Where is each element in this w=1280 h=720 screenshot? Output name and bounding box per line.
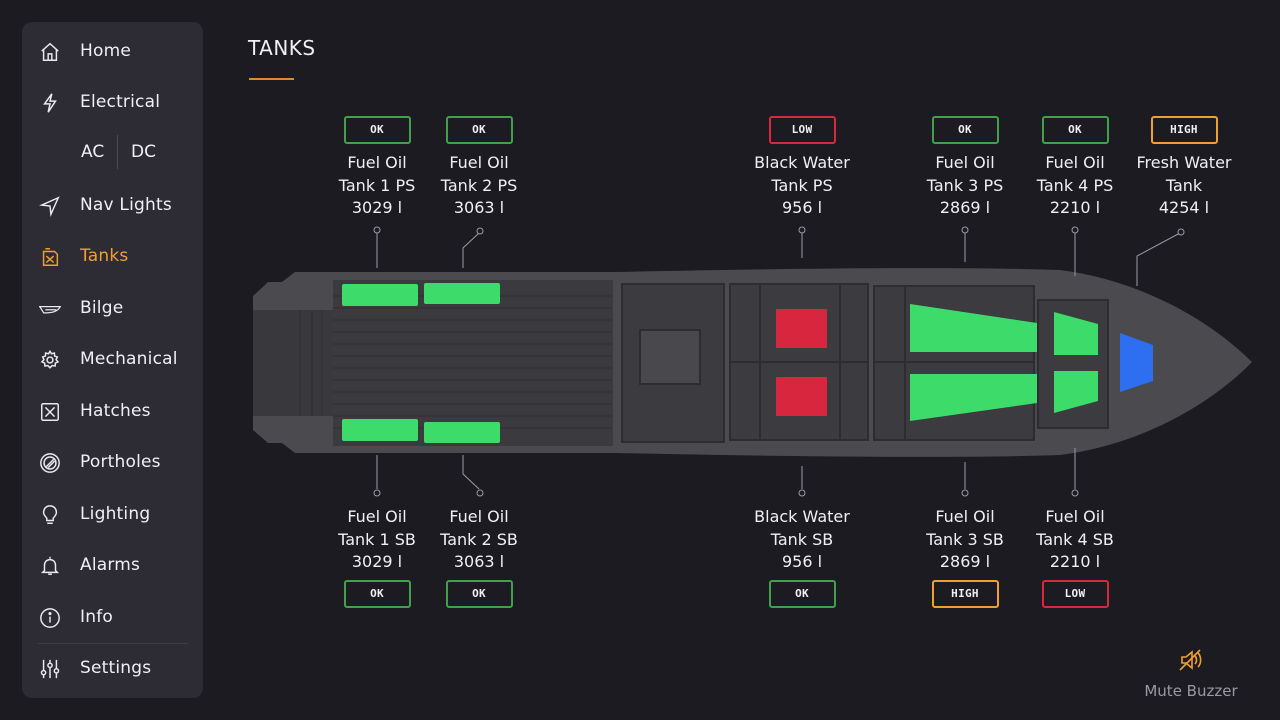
black-water-tank-sb-shape <box>776 377 827 416</box>
tank-name-line2: Tank <box>1165 175 1203 195</box>
tank-black-water-sb[interactable]: Black Water Tank SB 956 l OK <box>742 506 862 608</box>
status-badge: LOW <box>1041 580 1109 608</box>
status-badge: OK <box>931 116 999 144</box>
tank-fuel-oil-4-sb[interactable]: Fuel Oil Tank 4 SB 2210 l LOW <box>1015 506 1135 608</box>
status-badge: OK <box>445 580 513 608</box>
fuel-tank-1-ps-shape <box>342 284 418 306</box>
aft-deck <box>253 310 335 416</box>
tank-name-line1: Black Water <box>754 153 850 172</box>
tank-fuel-oil-2-sb[interactable]: Fuel Oil Tank 2 SB 3063 l OK <box>419 506 539 608</box>
status-badge: OK <box>343 580 411 608</box>
tank-volume: 4254 l <box>1158 198 1210 217</box>
status-badge: OK <box>343 116 411 144</box>
tank-name-line2: Tank 2 SB <box>440 529 518 549</box>
status-badge: LOW <box>768 116 836 144</box>
fuel-tank-2-ps-shape <box>424 283 500 304</box>
tank-volume: 3063 l <box>453 198 505 217</box>
tank-name-line1: Fuel Oil <box>449 507 509 526</box>
tank-name-line1: Fuel Oil <box>1045 153 1105 172</box>
tank-name-line2: Tank PS <box>771 175 833 195</box>
buzzer-mute-icon <box>1179 649 1202 671</box>
tank-fuel-oil-3-ps[interactable]: OK Fuel Oil Tank 3 PS 2869 l <box>905 116 1025 220</box>
tank-volume: 2210 l <box>1049 552 1101 571</box>
tank-volume: 2869 l <box>939 198 991 217</box>
tank-black-water-ps[interactable]: LOW Black Water Tank PS 956 l <box>742 116 862 220</box>
tank-fuel-oil-3-sb[interactable]: Fuel Oil Tank 3 SB 2869 l HIGH <box>905 506 1025 608</box>
fuel-tank-2-sb-shape <box>424 422 500 443</box>
tank-name-line2: Tank 4 PS <box>1036 175 1114 195</box>
status-badge: HIGH <box>931 580 999 608</box>
tank-volume: 3063 l <box>453 552 505 571</box>
status-badge: OK <box>768 580 836 608</box>
tank-name-line1: Fuel Oil <box>449 153 509 172</box>
tank-name-line2: Tank SB <box>770 529 834 549</box>
status-badge: OK <box>445 116 513 144</box>
ship-deck-plan <box>253 226 1252 497</box>
tank-volume: 956 l <box>781 552 823 571</box>
black-water-tank-ps-shape <box>776 309 827 348</box>
status-badge: OK <box>1041 116 1109 144</box>
tank-name-line1: Fuel Oil <box>935 507 995 526</box>
tank-volume: 956 l <box>781 198 823 217</box>
mute-buzzer-label: Mute Buzzer <box>1144 682 1238 700</box>
fuel-tank-1-sb-shape <box>342 419 418 441</box>
tank-fuel-oil-2-ps[interactable]: OK Fuel Oil Tank 2 PS 3063 l <box>419 116 539 220</box>
tank-fresh-water[interactable]: HIGH Fresh Water Tank 4254 l <box>1124 116 1244 220</box>
tank-name-line2: Tank 3 SB <box>926 529 1004 549</box>
tank-fuel-oil-4-ps[interactable]: OK Fuel Oil Tank 4 PS 2210 l <box>1015 116 1135 220</box>
tank-name-line2: Tank 3 PS <box>926 175 1004 195</box>
tank-name-line1: Black Water <box>754 507 850 526</box>
tank-name-line1: Fresh Water <box>1136 153 1232 172</box>
tank-name-line1: Fuel Oil <box>1045 507 1105 526</box>
tank-volume: 2210 l <box>1049 198 1101 217</box>
tank-name-line1: Fuel Oil <box>935 153 995 172</box>
tank-name-line2: Tank 2 PS <box>440 175 518 195</box>
tank-volume: 2869 l <box>939 552 991 571</box>
tank-name-line2: Tank 4 SB <box>1036 529 1114 549</box>
status-badge: HIGH <box>1150 116 1218 144</box>
